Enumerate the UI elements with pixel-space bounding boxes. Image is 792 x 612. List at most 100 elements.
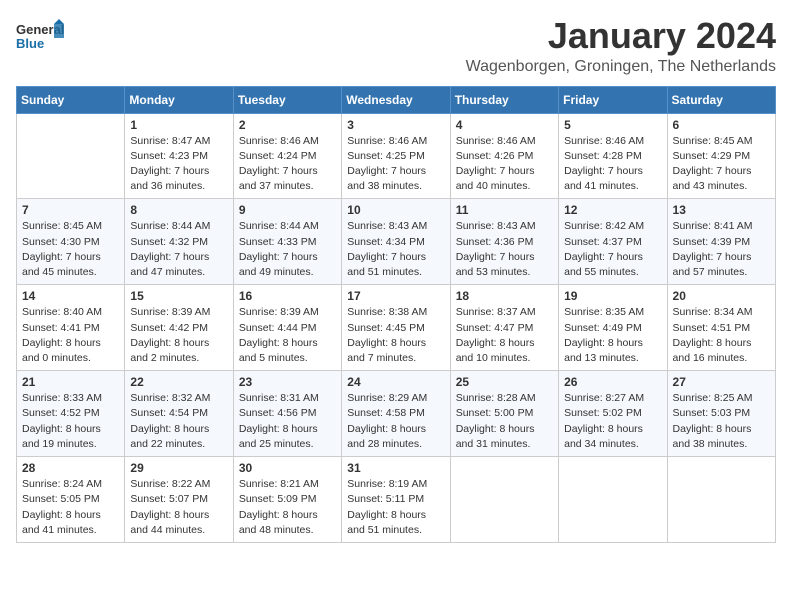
day-number: 14 [22, 289, 119, 303]
calendar-cell: 20Sunrise: 8:34 AMSunset: 4:51 PMDayligh… [667, 285, 775, 371]
calendar-cell: 17 Sunrise: 8:38 AMSunset: 4:45 PMDayligh… [342, 285, 450, 371]
day-info: Sunrise: 8:45 AMSunset: 4:29 PMDaylight:… [673, 134, 770, 195]
day-info: Sunrise: 8:46 AMSunset: 4:26 PMDaylight:… [456, 134, 553, 195]
day-number: 22 [130, 375, 227, 389]
day-info: Sunrise: 8:42 AMSunset: 4:37 PMDaylight:… [564, 219, 661, 280]
day-info: Sunrise: 8:28 AMSunset: 5:00 PMDaylight:… [456, 391, 553, 452]
day-number: 17 [347, 289, 444, 303]
calendar-cell [17, 113, 125, 199]
day-info: Sunrise: 8:32 AMSunset: 4:54 PMDaylight:… [130, 391, 227, 452]
day-info: Sunrise: 8:44 AMSunset: 4:32 PMDaylight:… [130, 219, 227, 280]
calendar-cell: 7Sunrise: 8:45 AMSunset: 4:30 PMDaylight… [17, 199, 125, 285]
calendar-cell: 4 Sunrise: 8:46 AMSunset: 4:26 PMDaylight… [450, 113, 558, 199]
day-info: Sunrise: 8:33 AMSunset: 4:52 PMDaylight:… [22, 391, 119, 452]
day-number: 12 [564, 203, 661, 217]
day-number: 15 [130, 289, 227, 303]
day-info: Sunrise: 8:37 AMSunset: 4:47 PMDaylight:… [456, 305, 553, 366]
calendar-cell: 13Sunrise: 8:41 AMSunset: 4:39 PMDayligh… [667, 199, 775, 285]
calendar-cell: 11Sunrise: 8:43 AMSunset: 4:36 PMDayligh… [450, 199, 558, 285]
col-header-friday: Friday [559, 86, 667, 113]
day-number: 4 [456, 118, 553, 132]
day-info: Sunrise: 8:45 AMSunset: 4:30 PMDaylight:… [22, 219, 119, 280]
col-header-saturday: Saturday [667, 86, 775, 113]
calendar-cell: 9 Sunrise: 8:44 AMSunset: 4:33 PMDaylight… [233, 199, 341, 285]
day-info: Sunrise: 8:46 AMSunset: 4:24 PMDaylight:… [239, 134, 336, 195]
day-number: 5 [564, 118, 661, 132]
calendar-week-row: 14 Sunrise: 8:40 AMSunset: 4:41 PMDayligh… [17, 285, 776, 371]
col-header-tuesday: Tuesday [233, 86, 341, 113]
calendar-cell: 21 Sunrise: 8:33 AMSunset: 4:52 PMDayligh… [17, 371, 125, 457]
calendar-week-row: 7Sunrise: 8:45 AMSunset: 4:30 PMDaylight… [17, 199, 776, 285]
calendar-cell: 16 Sunrise: 8:39 AMSunset: 4:44 PMDayligh… [233, 285, 341, 371]
day-info: Sunrise: 8:19 AMSunset: 5:11 PMDaylight:… [347, 477, 444, 538]
calendar-cell [450, 457, 558, 543]
calendar-week-row: 28 Sunrise: 8:24 AMSunset: 5:05 PMDayligh… [17, 457, 776, 543]
day-info: Sunrise: 8:46 AMSunset: 4:25 PMDaylight:… [347, 134, 444, 195]
calendar-cell: 24Sunrise: 8:29 AMSunset: 4:58 PMDayligh… [342, 371, 450, 457]
day-info: Sunrise: 8:40 AMSunset: 4:41 PMDaylight:… [22, 305, 119, 366]
day-number: 1 [130, 118, 227, 132]
day-number: 8 [130, 203, 227, 217]
day-number: 11 [456, 203, 553, 217]
day-number: 30 [239, 461, 336, 475]
calendar-cell: 27Sunrise: 8:25 AMSunset: 5:03 PMDayligh… [667, 371, 775, 457]
day-number: 13 [673, 203, 770, 217]
col-header-wednesday: Wednesday [342, 86, 450, 113]
day-info: Sunrise: 8:47 AMSunset: 4:23 PMDaylight:… [130, 134, 227, 195]
day-number: 9 [239, 203, 336, 217]
calendar-cell: 22 Sunrise: 8:32 AMSunset: 4:54 PMDayligh… [125, 371, 233, 457]
day-number: 25 [456, 375, 553, 389]
month-title: January 2024 [466, 16, 776, 56]
day-info: Sunrise: 8:21 AMSunset: 5:09 PMDaylight:… [239, 477, 336, 538]
col-header-thursday: Thursday [450, 86, 558, 113]
calendar-cell: 23 Sunrise: 8:31 AMSunset: 4:56 PMDayligh… [233, 371, 341, 457]
logo-icon: General Blue [16, 16, 64, 61]
day-info: Sunrise: 8:46 AMSunset: 4:28 PMDaylight:… [564, 134, 661, 195]
day-info: Sunrise: 8:31 AMSunset: 4:56 PMDaylight:… [239, 391, 336, 452]
col-header-monday: Monday [125, 86, 233, 113]
calendar-cell: 18 Sunrise: 8:37 AMSunset: 4:47 PMDayligh… [450, 285, 558, 371]
day-number: 24 [347, 375, 444, 389]
day-number: 31 [347, 461, 444, 475]
day-number: 16 [239, 289, 336, 303]
logo: General Blue [16, 16, 64, 61]
day-number: 3 [347, 118, 444, 132]
header: General Blue January 2024 Wagenborgen, G… [16, 16, 776, 76]
day-number: 20 [673, 289, 770, 303]
day-info: Sunrise: 8:44 AMSunset: 4:33 PMDaylight:… [239, 219, 336, 280]
calendar-week-row: 1 Sunrise: 8:47 AMSunset: 4:23 PMDaylight… [17, 113, 776, 199]
calendar-cell: 2 Sunrise: 8:46 AMSunset: 4:24 PMDaylight… [233, 113, 341, 199]
day-number: 2 [239, 118, 336, 132]
calendar-cell: 5 Sunrise: 8:46 AMSunset: 4:28 PMDaylight… [559, 113, 667, 199]
calendar-header-row: SundayMondayTuesdayWednesdayThursdayFrid… [17, 86, 776, 113]
calendar-cell: 30 Sunrise: 8:21 AMSunset: 5:09 PMDayligh… [233, 457, 341, 543]
day-info: Sunrise: 8:35 AMSunset: 4:49 PMDaylight:… [564, 305, 661, 366]
day-number: 21 [22, 375, 119, 389]
day-info: Sunrise: 8:38 AMSunset: 4:45 PMDaylight:… [347, 305, 444, 366]
day-number: 18 [456, 289, 553, 303]
calendar-cell: 29Sunrise: 8:22 AMSunset: 5:07 PMDayligh… [125, 457, 233, 543]
calendar-cell: 10Sunrise: 8:43 AMSunset: 4:34 PMDayligh… [342, 199, 450, 285]
calendar-cell: 28 Sunrise: 8:24 AMSunset: 5:05 PMDayligh… [17, 457, 125, 543]
day-number: 26 [564, 375, 661, 389]
location-subtitle: Wagenborgen, Groningen, The Netherlands [466, 58, 776, 76]
calendar-cell: 3 Sunrise: 8:46 AMSunset: 4:25 PMDaylight… [342, 113, 450, 199]
day-info: Sunrise: 8:39 AMSunset: 4:44 PMDaylight:… [239, 305, 336, 366]
calendar-cell: 14 Sunrise: 8:40 AMSunset: 4:41 PMDayligh… [17, 285, 125, 371]
calendar-cell: 1 Sunrise: 8:47 AMSunset: 4:23 PMDaylight… [125, 113, 233, 199]
day-number: 19 [564, 289, 661, 303]
calendar-cell: 31 Sunrise: 8:19 AMSunset: 5:11 PMDayligh… [342, 457, 450, 543]
day-number: 28 [22, 461, 119, 475]
calendar-cell: 12 Sunrise: 8:42 AMSunset: 4:37 PMDayligh… [559, 199, 667, 285]
calendar-cell: 26 Sunrise: 8:27 AMSunset: 5:02 PMDayligh… [559, 371, 667, 457]
calendar-cell: 6 Sunrise: 8:45 AMSunset: 4:29 PMDaylight… [667, 113, 775, 199]
day-info: Sunrise: 8:25 AMSunset: 5:03 PMDaylight:… [673, 391, 770, 452]
day-number: 23 [239, 375, 336, 389]
calendar-cell: 25 Sunrise: 8:28 AMSunset: 5:00 PMDayligh… [450, 371, 558, 457]
calendar-cell: 15Sunrise: 8:39 AMSunset: 4:42 PMDayligh… [125, 285, 233, 371]
day-info: Sunrise: 8:27 AMSunset: 5:02 PMDaylight:… [564, 391, 661, 452]
day-number: 29 [130, 461, 227, 475]
day-info: Sunrise: 8:24 AMSunset: 5:05 PMDaylight:… [22, 477, 119, 538]
day-number: 6 [673, 118, 770, 132]
calendar-week-row: 21 Sunrise: 8:33 AMSunset: 4:52 PMDayligh… [17, 371, 776, 457]
